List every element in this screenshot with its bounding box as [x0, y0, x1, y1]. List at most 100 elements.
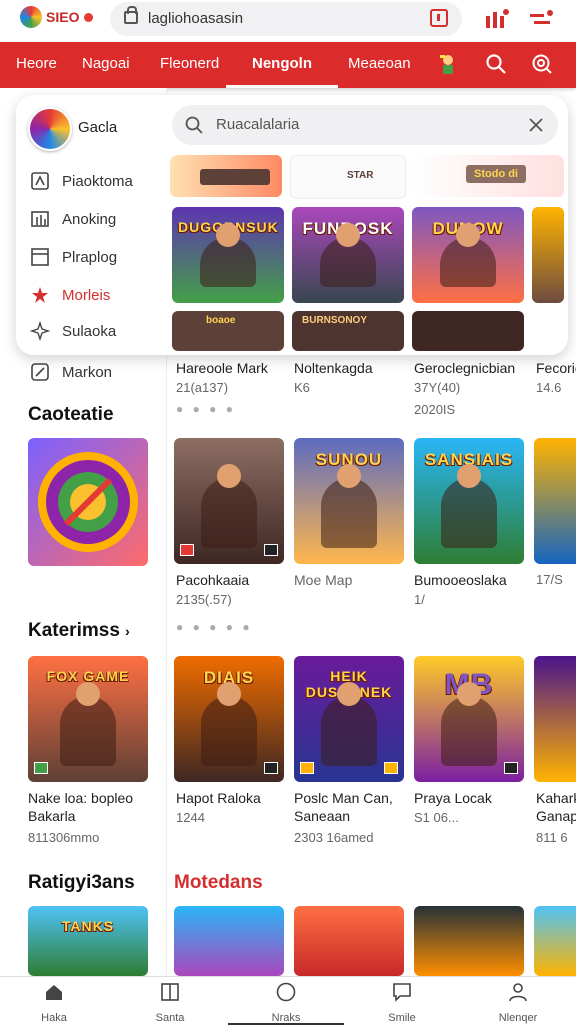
game-tile[interactable] [174, 438, 284, 564]
close-icon[interactable] [526, 115, 546, 135]
logo-icon [20, 6, 42, 28]
tile-hero [441, 464, 497, 548]
circle-icon [276, 982, 296, 1002]
lock-icon [124, 6, 138, 24]
banner-tile[interactable] [170, 155, 282, 197]
menu-item-label: Anoking [62, 210, 117, 228]
menu-item-3[interactable]: Plraplog [30, 247, 117, 267]
search-alt-icon[interactable] [530, 52, 554, 76]
tile-hero [441, 682, 497, 766]
app-logo[interactable]: SIEO [20, 6, 94, 28]
tile-hero [201, 682, 257, 766]
esrb-badge [264, 544, 278, 556]
game-meta: K6 [294, 380, 310, 395]
bottom-nav-label: Santa [155, 1012, 185, 1024]
nav-item-3[interactable]: Fleonerd [160, 55, 219, 72]
home-icon [46, 985, 62, 1000]
game-tile[interactable] [414, 906, 524, 976]
banner-tile[interactable]: STAR [290, 155, 406, 199]
game-label[interactable]: Nake loa: bopleo [28, 790, 133, 806]
nav-item-4[interactable]: Nengoln [252, 55, 312, 72]
game-tile[interactable]: SANSIAIS [414, 438, 524, 564]
tab-count-icon[interactable] [430, 9, 448, 27]
game-preview-strip: STAR Stodo di DUGORNSUK FUNBOSK DUNOW bo… [170, 155, 564, 351]
game-label[interactable]: Praya Locak [414, 790, 492, 806]
tile-hero [321, 464, 377, 548]
game-label[interactable]: Geroclegnicbian [414, 360, 515, 376]
sidebar-item-label: Markon [62, 363, 113, 381]
game-tile[interactable] [534, 438, 576, 564]
game-tile[interactable]: HEIK DUSERNEK [294, 656, 404, 782]
game-label[interactable]: Fecoric [536, 360, 576, 376]
menu-item-1[interactable]: Piaoktoma [30, 171, 133, 191]
featured-tile[interactable] [28, 438, 148, 566]
filter-icon[interactable] [528, 8, 556, 30]
game-tile-banner[interactable]: boaoe [172, 311, 284, 351]
menu-bars-icon[interactable] [484, 8, 510, 30]
nav-item-2[interactable]: Nagoai [82, 55, 130, 72]
menu-item-label: Piaoktoma [62, 172, 133, 190]
game-label[interactable]: Pacohkaaia [176, 572, 249, 588]
rating-dots: ● ● ● ● ● [176, 620, 253, 634]
game-tile[interactable] [294, 906, 404, 976]
menu-item-label: Sulaoka [62, 322, 117, 340]
search-placeholder: Ruacalalaria [216, 116, 300, 133]
bottom-nav-home[interactable]: Haka [14, 981, 94, 1024]
bottom-nav-4[interactable]: Smile [362, 981, 442, 1024]
tile-hero [200, 223, 256, 287]
game-label-line2: Bakarla [28, 808, 76, 824]
search-icon[interactable] [484, 52, 508, 76]
bottom-nav-5[interactable]: Nlenqer [478, 981, 558, 1024]
game-label[interactable]: Hapot Raloka [176, 790, 261, 806]
menu-item-4[interactable]: Morleis [30, 285, 110, 305]
bottom-nav-3[interactable]: Nraks [246, 981, 326, 1024]
game-label[interactable]: Kahark [536, 790, 576, 806]
game-label[interactable]: Bumooeoslaka [414, 572, 507, 588]
game-tile[interactable]: FUNBOSK [292, 207, 404, 303]
logo-text: SIEO [46, 9, 80, 25]
bottom-nav-2[interactable]: Santa [130, 981, 210, 1024]
game-tile[interactable]: DUGORNSUK [172, 207, 284, 303]
game-label[interactable]: Poslc Man Can, [294, 790, 393, 806]
menu-item-5[interactable]: Sulaoka [30, 321, 116, 341]
game-tile[interactable] [534, 656, 576, 782]
bottom-nav-label: Haka [41, 1012, 67, 1024]
game-tile[interactable]: MB [414, 656, 524, 782]
wheel-icon [38, 452, 138, 552]
game-tile[interactable]: DIAIS [174, 656, 284, 782]
menu-item-2[interactable]: Anoking [30, 209, 116, 229]
nav-item-5[interactable]: Meaeoan [348, 55, 411, 72]
avatar[interactable] [28, 107, 72, 151]
game-tile[interactable] [532, 207, 564, 303]
address-text: lagliohoasasin [148, 10, 244, 27]
banner-tile[interactable]: Stodo di [412, 155, 564, 197]
search-input[interactable]: Ruacalalaria [172, 105, 558, 145]
character-icon[interactable] [436, 52, 460, 76]
sidebar-item-extra[interactable]: Markon [30, 362, 112, 382]
game-meta: 1/ [414, 592, 425, 607]
tile-hero [440, 223, 496, 287]
game-meta: 1244 [176, 810, 205, 825]
search-icon [185, 116, 203, 134]
game-tile[interactable]: SUNOU [294, 438, 404, 564]
window-icon [31, 248, 49, 266]
game-tile[interactable] [534, 906, 576, 976]
game-label-line2: Saneaan [294, 808, 351, 824]
game-tile[interactable]: DUNOW [412, 207, 524, 303]
game-tile[interactable] [174, 906, 284, 976]
game-tile-banner[interactable]: BURNSONOY [292, 311, 404, 351]
game-label[interactable]: Hareoole Mark [176, 360, 268, 376]
game-tile-side[interactable]: FOX GAME [28, 656, 148, 782]
section-title-right: Motedans [174, 872, 263, 893]
nav-item-home[interactable]: Heore [16, 55, 57, 72]
game-meta: 811306mmo [28, 830, 100, 845]
game-label[interactable]: Moe Map [294, 572, 352, 588]
puzzle-icon [31, 172, 49, 190]
game-label[interactable]: Noltenkagda [294, 360, 373, 376]
address-bar[interactable]: lagliohoasasin [110, 2, 462, 36]
game-tile-banner[interactable] [412, 311, 524, 351]
browser-bar: SIEO lagliohoasasin [0, 0, 576, 42]
section-title-2[interactable]: Katerimss › [28, 620, 130, 642]
game-meta: 21(a137) [176, 380, 229, 395]
game-tile-side-2[interactable]: TANKS [28, 906, 148, 976]
